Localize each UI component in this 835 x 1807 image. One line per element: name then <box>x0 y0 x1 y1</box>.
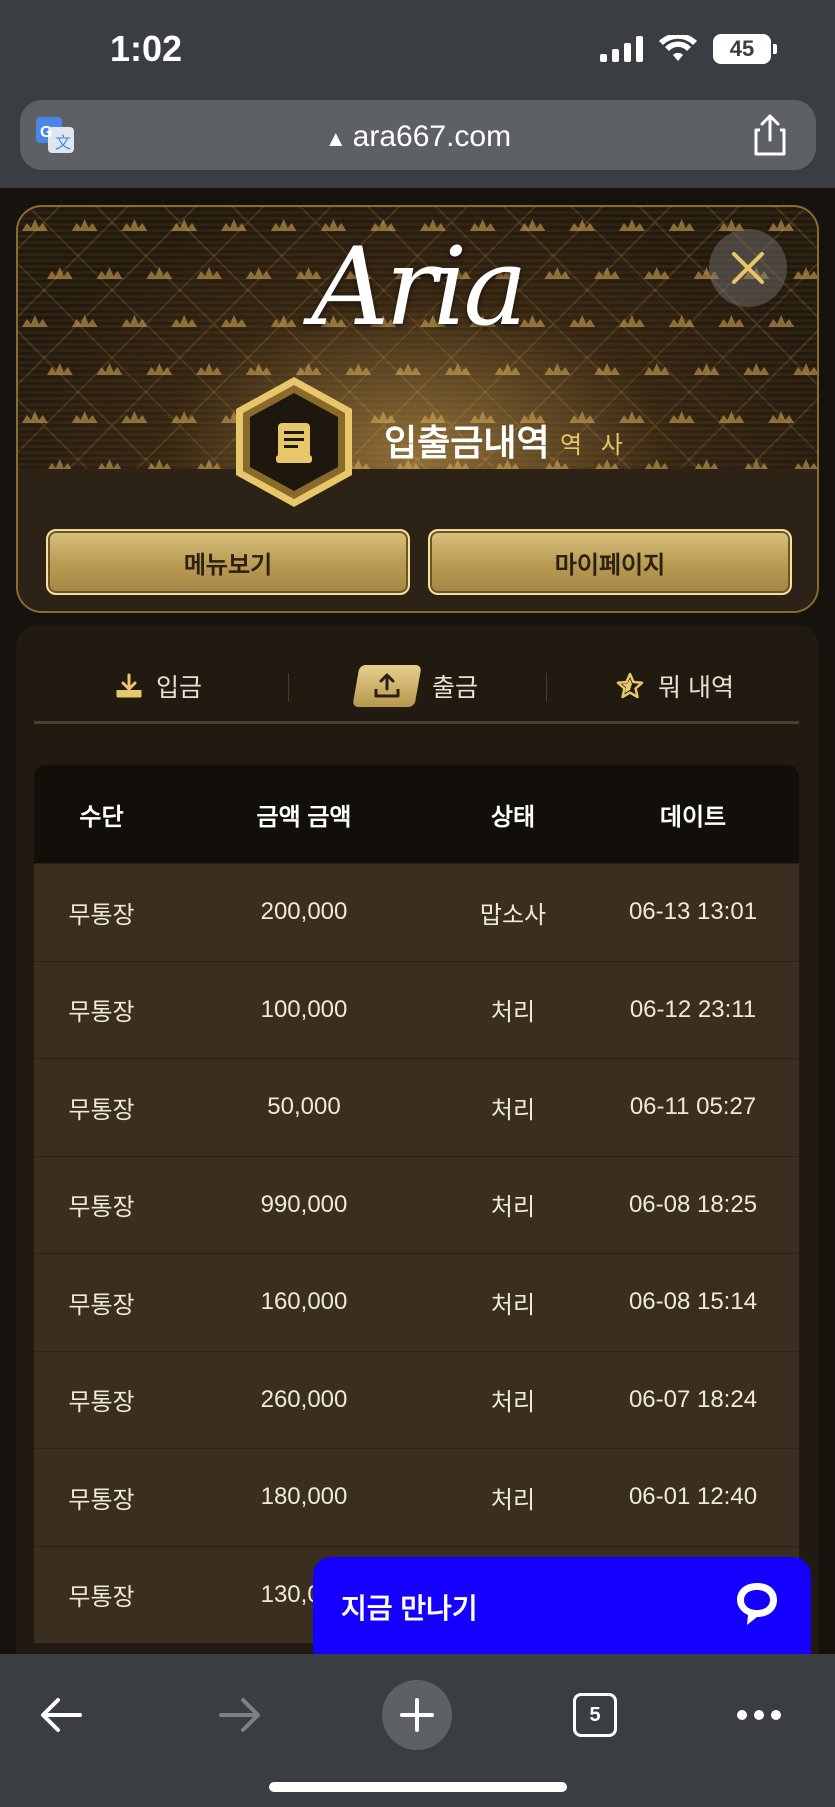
cell-date: 06-11 05:27 <box>629 1093 757 1121</box>
close-icon <box>732 252 764 284</box>
header-date: 데이트 <box>659 803 727 831</box>
plus-icon <box>400 1698 434 1732</box>
cell-amount: 200,000 <box>260 898 348 926</box>
page-subtitle: 역 사 <box>560 432 629 459</box>
url-domain: ara667.com <box>352 120 512 153</box>
cell-amount: 100,000 <box>260 995 348 1023</box>
cell-date: 06-12 23:11 <box>629 995 757 1023</box>
cell-method: 무통장 <box>68 1291 135 1319</box>
cell-amount: 160,000 <box>260 1288 348 1316</box>
status-bar: 1:02 45 <box>0 0 835 92</box>
cell-status: 처리 <box>490 1291 536 1319</box>
warning-icon: ▲ <box>324 126 347 151</box>
cell-status: 맙소사 <box>479 901 547 929</box>
download-icon <box>116 673 142 698</box>
tab-withdraw-label: 출금 <box>431 674 478 702</box>
table-row: 무통장 50,000 처리 06-11 05:27 <box>34 1058 799 1156</box>
cell-date: 06-07 18:24 <box>628 1385 758 1413</box>
tabs-underline <box>34 721 799 724</box>
cell-date: 06-08 15:14 <box>628 1288 758 1316</box>
home-indicator <box>269 1782 567 1792</box>
cell-status: 처리 <box>490 1389 536 1417</box>
tab-divider <box>288 673 289 701</box>
wifi-icon <box>659 35 697 61</box>
upload-icon-box <box>352 665 422 707</box>
cell-status: 처리 <box>490 1194 536 1222</box>
browser-url-area: G 文 ▲ ara667.com <box>0 92 835 188</box>
share-icon[interactable] <box>752 114 788 156</box>
table-row: 무통장 180,000 처리 06-01 12:40 <box>34 1448 799 1546</box>
status-time: 1:02 <box>110 28 183 69</box>
upload-icon <box>374 673 400 698</box>
cell-status: 처리 <box>490 999 536 1027</box>
url-bar[interactable]: G 文 ▲ ara667.com <box>20 100 816 170</box>
cell-method: 무통장 <box>68 1486 135 1514</box>
more-button[interactable] <box>724 1680 794 1750</box>
history-content-card: 입금 출금 뭐 내역 수단 금액 금액 상태 데이트 무통장 200,000 맙… <box>16 625 819 1685</box>
tabs-count-icon: 5 <box>573 1693 617 1737</box>
cell-amount: 260,000 <box>260 1385 348 1413</box>
header-amount: 금액 금액 <box>256 803 352 831</box>
cell-method: 무통장 <box>68 1584 135 1612</box>
cell-method: 무통장 <box>68 1194 135 1222</box>
close-button[interactable] <box>709 229 787 307</box>
chat-label: 지금 만나기 <box>341 1593 478 1624</box>
mypage-button[interactable]: 마이페이지 <box>428 529 792 595</box>
cell-method: 무통장 <box>68 1096 135 1124</box>
more-dots-icon <box>737 1710 781 1720</box>
forward-button[interactable] <box>205 1680 275 1750</box>
tab-deposit[interactable]: 입금 <box>34 655 284 717</box>
url-text[interactable]: ▲ ara667.com <box>20 120 816 154</box>
table-row: 무통장 160,000 처리 06-08 15:14 <box>34 1253 799 1351</box>
tab-deposit-label: 입금 <box>155 674 202 702</box>
cell-amount: 990,000 <box>260 1190 348 1218</box>
table-row: 무통장 200,000 맙소사 06-13 13:01 <box>34 863 799 961</box>
arrow-right-icon <box>219 1698 260 1732</box>
history-tabs: 입금 출금 뭐 내역 <box>34 655 799 717</box>
history-book-icon <box>236 377 352 507</box>
history-modal-header: Aria 입출금내역 역 사 메뉴보기 마이페이지 <box>16 205 819 613</box>
chat-bubble-icon <box>737 1583 777 1625</box>
header-method: 수단 <box>79 803 124 831</box>
new-tab-button[interactable] <box>382 1680 452 1750</box>
battery-icon: 45 <box>713 34 777 64</box>
cell-method: 무통장 <box>68 999 135 1027</box>
cell-amount: 180,000 <box>260 1483 348 1511</box>
arrow-left-icon <box>41 1698 82 1732</box>
table-row: 무통장 990,000 처리 06-08 18:25 <box>34 1155 799 1253</box>
cell-date: 06-08 18:25 <box>628 1190 758 1218</box>
tab-points-label: 뭐 내역 <box>658 674 734 702</box>
table-row: 무통장 260,000 처리 06-07 18:24 <box>34 1350 799 1448</box>
cell-method: 무통장 <box>68 901 135 929</box>
tabs-button[interactable]: 5 <box>560 1680 630 1750</box>
cell-date: 06-13 13:01 <box>628 898 758 926</box>
table-header: 수단 금액 금액 상태 데이트 <box>34 765 799 863</box>
cell-method: 무통장 <box>68 1389 135 1417</box>
chat-widget-button[interactable]: 지금 만나기 <box>313 1557 811 1657</box>
cell-amount: 50,000 <box>267 1093 341 1121</box>
back-button[interactable] <box>26 1680 96 1750</box>
aria-logo: Aria <box>311 225 528 350</box>
tab-withdraw[interactable]: 출금 <box>292 655 542 717</box>
page-title: 입출금내역 <box>384 422 550 463</box>
header-status: 상태 <box>490 803 536 831</box>
cell-status: 처리 <box>490 1096 536 1124</box>
menu-button[interactable]: 메뉴보기 <box>46 529 410 595</box>
cell-date: 06-01 12:40 <box>628 1483 758 1511</box>
tab-divider <box>546 673 547 701</box>
cell-status: 처리 <box>490 1486 536 1514</box>
history-table: 수단 금액 금액 상태 데이트 무통장 200,000 맙소사 06-13 13… <box>34 765 799 1643</box>
tab-points[interactable]: 뭐 내역 <box>550 655 800 717</box>
table-row: 무통장 100,000 처리 06-12 23:11 <box>34 960 799 1058</box>
star-icon <box>616 672 644 699</box>
status-icons: 45 <box>600 34 777 64</box>
cellular-signal-icon <box>600 36 643 62</box>
